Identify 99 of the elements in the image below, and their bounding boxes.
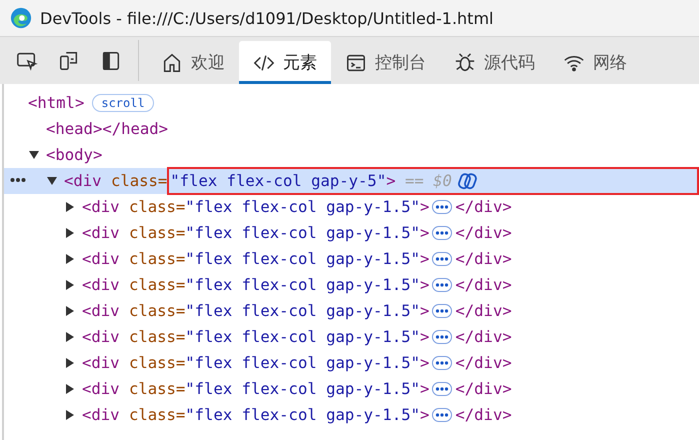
bug-icon xyxy=(454,52,476,74)
tag-text: > xyxy=(420,224,430,242)
more-icon[interactable] xyxy=(432,356,452,370)
tag-text: <div xyxy=(82,250,120,268)
tag-text: </div> xyxy=(455,328,512,346)
tag-text: > xyxy=(420,406,430,424)
tag-text: > xyxy=(420,250,430,268)
attribute-value: "flex flex-col gap-y-1.5" xyxy=(185,250,420,268)
tag-text: </div> xyxy=(455,276,512,294)
tag-text: <div xyxy=(82,354,120,372)
tag-text: > xyxy=(420,302,430,320)
dom-node-row[interactable]: <div class="flex flex-col gap-y-1.5"> </div> xyxy=(4,402,699,428)
tag-text: <div xyxy=(82,224,120,242)
tag-text: <html> xyxy=(28,94,84,112)
dom-node-row[interactable]: <div class="flex flex-col gap-y-1.5"> </div> xyxy=(4,324,699,350)
tag-text: </div> xyxy=(455,224,512,242)
tag-text: > xyxy=(420,198,430,216)
dom-node-row[interactable]: <div class="flex flex-col gap-y-1.5"> </div> xyxy=(4,246,699,272)
attribute-value: "flex flex-col gap-y-1.5" xyxy=(185,276,420,294)
dom-node-row[interactable]: <div class= "flex flex-col gap-y-5"> == $0 xyxy=(4,168,699,194)
home-icon xyxy=(161,52,183,74)
tag-text: <div xyxy=(82,198,120,216)
tag-text: <div xyxy=(82,406,120,424)
more-icon[interactable] xyxy=(432,278,452,292)
panel-tab[interactable]: 控制台 xyxy=(331,41,440,84)
dom-node-row[interactable]: <div class="flex flex-col gap-y-1.5"> </div> xyxy=(4,272,699,298)
attribute-name: class= xyxy=(128,276,186,294)
expand-arrow-icon[interactable] xyxy=(64,331,76,343)
dom-node-row[interactable]: <div class="flex flex-col gap-y-1.5"> </div> xyxy=(4,194,699,220)
dom-node-row[interactable]: <div class="flex flex-col gap-y-1.5"> </div> xyxy=(4,350,699,376)
attribute-name: class= xyxy=(128,250,186,268)
tag-text: </div> xyxy=(455,302,512,320)
attribute-value: "flex flex-col gap-y-1.5" xyxy=(185,406,420,424)
more-icon[interactable] xyxy=(432,382,452,396)
devices-icon xyxy=(58,50,80,72)
attribute-name: class= xyxy=(110,172,168,190)
expand-arrow-icon[interactable] xyxy=(28,149,40,161)
panel-tab[interactable]: 欢迎 xyxy=(147,41,239,84)
tag-text: <div xyxy=(64,172,102,190)
expand-arrow-icon[interactable] xyxy=(64,253,76,265)
attribute-name: class= xyxy=(128,406,186,424)
expand-arrow-icon[interactable] xyxy=(64,357,76,369)
expand-arrow-icon[interactable] xyxy=(64,201,76,213)
dom-node-row[interactable]: <div class="flex flex-col gap-y-1.5"> </div> xyxy=(4,298,699,324)
more-icon[interactable] xyxy=(432,408,452,422)
expand-arrow-icon[interactable] xyxy=(64,409,76,421)
more-icon[interactable] xyxy=(432,252,452,266)
dom-node-row[interactable]: <body> xyxy=(4,142,699,168)
panel-tab[interactable]: 元素 xyxy=(239,41,331,84)
attribute-value: "flex flex-col gap-y-1.5" xyxy=(185,224,420,242)
attribute-value: "flex flex-col gap-y-1.5" xyxy=(185,302,420,320)
panel-tab[interactable]: 网络 xyxy=(549,41,641,84)
dom-node-row[interactable]: <div class="flex flex-col gap-y-1.5"> </div> xyxy=(4,220,699,246)
tag-text: </div> xyxy=(455,198,512,216)
node-reference-hint: == $0 xyxy=(404,172,452,190)
expand-arrow-icon[interactable] xyxy=(64,227,76,239)
dom-node-row[interactable]: <html> scroll xyxy=(4,90,699,116)
expand-arrow-icon[interactable] xyxy=(64,383,76,395)
tag-text: <div xyxy=(82,302,120,320)
attribute-name: class= xyxy=(128,354,186,372)
tag-text: <body> xyxy=(46,146,102,164)
attribute-value: "flex flex-col gap-y-1.5" xyxy=(185,198,420,216)
browser-logo-icon xyxy=(10,7,32,29)
tag-text: <div xyxy=(82,328,120,346)
more-icon[interactable] xyxy=(432,200,452,214)
attribute-value: "flex flex-col gap-y-1.5" xyxy=(185,380,420,398)
copilot-icon[interactable] xyxy=(458,171,478,191)
scroll-badge[interactable]: scroll xyxy=(92,94,154,112)
expand-arrow-icon[interactable] xyxy=(64,279,76,291)
panel-tab[interactable]: 源代码 xyxy=(440,41,549,84)
tag-text: <div xyxy=(82,380,120,398)
attribute-name: class= xyxy=(128,224,186,242)
attribute-value: "flex flex-col gap-y-1.5" xyxy=(185,328,420,346)
tag-text: > xyxy=(420,276,430,294)
tag-text: </div> xyxy=(455,406,512,424)
panel-icon xyxy=(100,50,122,72)
dom-node-row[interactable]: <head></head> xyxy=(4,116,699,142)
tag-text: <head></head> xyxy=(46,120,168,138)
attribute-name: class= xyxy=(128,198,186,216)
tag-text: > xyxy=(420,328,430,346)
tag-text: </div> xyxy=(455,250,512,268)
tag-text: > xyxy=(420,380,430,398)
attribute-value: "flex flex-col gap-y-5" xyxy=(170,172,386,190)
tag-text: </div> xyxy=(455,354,512,372)
more-icon[interactable] xyxy=(432,330,452,344)
tag-text: > xyxy=(420,354,430,372)
expand-arrow-icon[interactable] xyxy=(64,305,76,317)
more-icon[interactable] xyxy=(432,226,452,240)
tag-text: <div xyxy=(82,276,120,294)
attribute-name: class= xyxy=(128,380,186,398)
tag-text: > xyxy=(386,172,396,190)
expand-arrow-icon[interactable] xyxy=(46,175,58,187)
attribute-name: class= xyxy=(128,328,186,346)
tag-text: </div> xyxy=(455,380,512,398)
attribute-name: class= xyxy=(128,302,186,320)
window-title: DevTools - file:///C:/Users/d1091/Desktop/Untitled-1.html xyxy=(40,8,494,28)
dom-node-row[interactable]: <div class="flex flex-col gap-y-1.5"> </div> xyxy=(4,376,699,402)
more-icon[interactable] xyxy=(432,304,452,318)
attribute-value: "flex flex-col gap-y-1.5" xyxy=(185,354,420,372)
